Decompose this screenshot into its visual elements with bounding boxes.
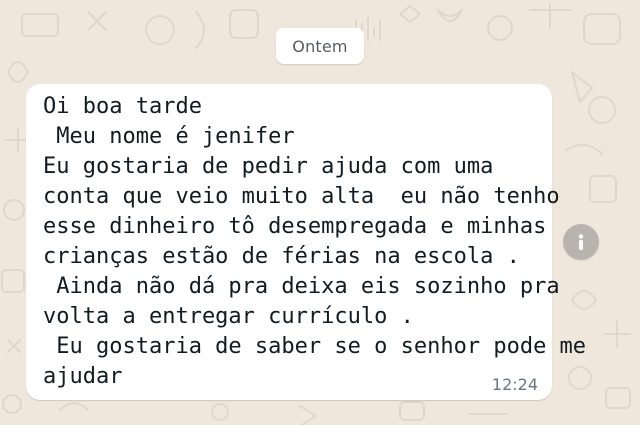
message-line: Oi boa tarde xyxy=(43,94,202,119)
message-line: esse dinheiro tô desempregada e minhas xyxy=(43,214,547,239)
message-line: Eu gostaria de pedir ajuda com uma xyxy=(43,154,494,179)
message-line: Meu nome é jenifer xyxy=(43,124,295,149)
info-button[interactable] xyxy=(563,224,599,260)
info-icon xyxy=(578,234,584,250)
message-line: volta a entregar currículo . xyxy=(43,304,414,329)
date-separator: Ontem xyxy=(276,28,364,64)
message-timestamp: 12:24 xyxy=(491,375,538,394)
date-separator-label: Ontem xyxy=(292,36,348,56)
message-line: conta que veio muito alta eu não tenho xyxy=(43,184,560,209)
message-text: Oi boa tarde Meu nome é jenifer Eu gosta… xyxy=(43,92,586,392)
message-line: crianças estão de férias na escola . xyxy=(43,244,520,269)
message-line: ajudar xyxy=(43,364,123,389)
message-line: Ainda não dá pra deixa eis sozinho pra xyxy=(43,274,560,299)
incoming-message-bubble[interactable]: Oi boa tarde Meu nome é jenifer Eu gosta… xyxy=(26,84,586,400)
message-line: Eu gostaria de saber se o senhor pode me xyxy=(43,334,587,359)
